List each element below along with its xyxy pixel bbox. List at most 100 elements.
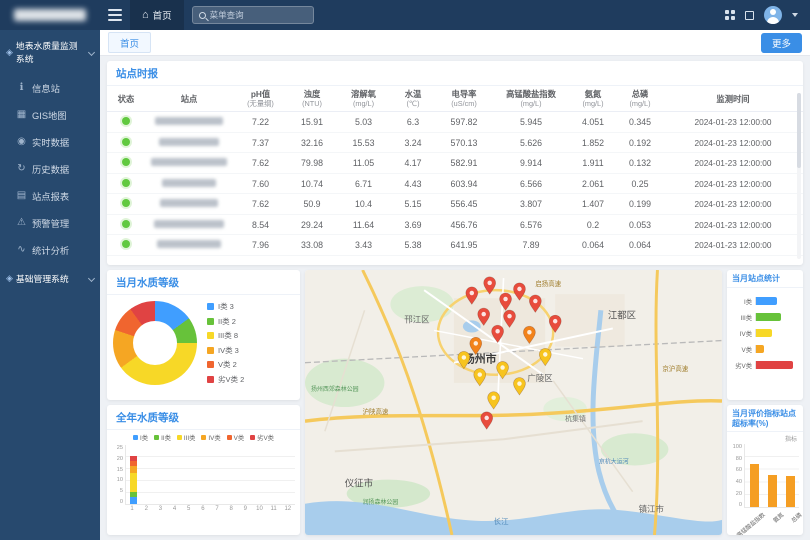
column-header: 浊度(NTU) <box>288 89 336 108</box>
table-cell: 582.91 <box>435 158 493 168</box>
month-station-stats-panel: 当月站点统计 I类III类IV类V类劣V类 <box>727 270 803 400</box>
sidebar-item-label: 统计分析 <box>32 243 69 257</box>
table-row[interactable]: 7.6250.910.45.15556.453.8071.4070.199202… <box>107 194 803 215</box>
donut-legend: I类 3 II类 2 III类 8 IV类 3 V类 2 劣V类 2 <box>207 301 244 385</box>
legend-item[interactable]: 劣V类 2 <box>207 374 244 385</box>
hbar-label: V类 <box>731 345 752 354</box>
sidebar-item-统计分析[interactable]: ∿统计分析 <box>0 236 100 263</box>
panel-title-year-quality: 全年水质等级 <box>107 405 300 430</box>
table-row[interactable]: 7.6279.9811.054.17582.919.9141.9110.1322… <box>107 153 803 174</box>
vbar-氨氮[interactable] <box>768 475 777 507</box>
table-cell: 5.945 <box>493 117 569 127</box>
system-icon: ◈ <box>6 47 13 58</box>
exceed-rate-panel: 当月评价指标站点超标率(%) 指标 020406080100 高锰酸盐指数氨氮总… <box>727 405 803 535</box>
monitor-time-cell: 2024-01-23 12:00:00 <box>663 179 803 189</box>
table-cell: 0.064 <box>617 240 663 250</box>
chevron-down-icon[interactable] <box>792 13 798 17</box>
table-cell: 570.13 <box>435 138 493 148</box>
sidebar-item-信息站[interactable]: ℹ信息站 <box>0 74 100 101</box>
table-row[interactable]: 7.6010.746.714.43603.946.5662.0610.25202… <box>107 174 803 195</box>
table-row[interactable]: 7.2215.915.036.3597.825.9454.0510.345202… <box>107 112 803 133</box>
topbar-home-link[interactable]: ⌂ 首页 <box>130 0 184 30</box>
stacked-bar-month-1[interactable] <box>130 456 137 504</box>
legend-item[interactable]: 劣V类 <box>250 433 274 442</box>
legend-item[interactable]: II类 <box>154 433 171 442</box>
fullscreen-icon[interactable] <box>745 11 754 20</box>
sidebar-group-monitoring-system[interactable]: ◈ 地表水质量监测系统 <box>0 30 100 74</box>
column-header: 氨氮(mg/L) <box>569 89 617 108</box>
sidebar-item-站点报表[interactable]: ▤站点报表 <box>0 182 100 209</box>
sidebar-group-label: 基础管理系统 <box>16 272 69 285</box>
menu-search-box[interactable] <box>192 6 314 24</box>
legend-item[interactable]: II类 2 <box>207 316 244 327</box>
table-cell: 7.22 <box>233 117 288 127</box>
search-icon <box>199 12 206 19</box>
alert-icon: ⚠ <box>16 217 27 228</box>
topbar-actions <box>725 6 810 24</box>
sidebar-item-GIS地图[interactable]: ▦GIS地图 <box>0 101 100 128</box>
vbar-高锰酸盐指数[interactable] <box>750 464 759 508</box>
sidebar-item-历史数据[interactable]: ↻历史数据 <box>0 155 100 182</box>
exceed-bar-chart[interactable] <box>744 444 799 508</box>
table-cell: 3.24 <box>391 138 435 148</box>
table-cell: 6.3 <box>391 117 435 127</box>
hbar-row-IV类[interactable]: IV类 <box>731 329 797 338</box>
sidebar: ◈ 地表水质量监测系统 ℹ信息站▦GIS地图◉实时数据↻历史数据▤站点报表⚠预警… <box>0 30 100 540</box>
menu-search-input[interactable] <box>210 10 300 20</box>
legend-item[interactable]: V类 2 <box>207 359 244 370</box>
logo-blurred <box>14 9 86 21</box>
hbar-row-I类[interactable]: I类 <box>731 297 797 306</box>
table-cell: 11.05 <box>336 158 391 168</box>
sidebar-toggle-icon[interactable] <box>100 0 130 30</box>
apps-grid-icon[interactable] <box>725 10 735 20</box>
legend-item[interactable]: III类 8 <box>207 330 244 341</box>
column-header: 水温(℃) <box>391 89 435 108</box>
hbar-row-III类[interactable]: III类 <box>731 313 797 322</box>
city-map[interactable]: 扬州市邗江区广陵区江都区仪征市镇江市杭集镇沪陕高速启扬高速京沪高速扬州西郊森林公… <box>305 270 722 535</box>
legend-item[interactable]: III类 <box>177 433 196 442</box>
vbar-总磷[interactable] <box>786 476 795 507</box>
table-cell: 3.43 <box>336 240 391 250</box>
hbar-row-劣V类[interactable]: 劣V类 <box>731 361 797 370</box>
map-label: 扬州西郊森林公园 <box>311 385 359 393</box>
station-name-redacted <box>160 199 218 207</box>
exceed-chart-x-axis: 高锰酸盐指数氨氮总磷 <box>744 508 799 528</box>
chevron-icon <box>88 48 95 55</box>
status-dot <box>122 179 130 187</box>
hbar-row-V类[interactable]: V类 <box>731 345 797 354</box>
sidebar-item-label: 站点报表 <box>32 189 69 203</box>
month-quality-donut-chart[interactable] <box>113 301 197 385</box>
table-cell: 5.38 <box>391 240 435 250</box>
year-stacked-bar-chart[interactable] <box>125 445 295 505</box>
legend-item[interactable]: V类 <box>227 433 245 442</box>
table-cell: 1.911 <box>569 158 617 168</box>
tab-home[interactable]: 首页 <box>108 32 151 53</box>
table-row[interactable]: 8.5429.2411.643.69456.766.5760.20.053202… <box>107 215 803 236</box>
table-cell: 641.95 <box>435 240 493 250</box>
table-cell: 79.98 <box>288 158 336 168</box>
more-button[interactable]: 更多 <box>761 33 802 53</box>
hbar-label: IV类 <box>731 329 752 338</box>
sidebar-item-预警管理[interactable]: ⚠预警管理 <box>0 209 100 236</box>
table-row[interactable]: 7.9633.083.435.38641.957.890.0640.064202… <box>107 235 803 256</box>
table-cell: 0.199 <box>617 199 663 209</box>
sidebar-item-label: 历史数据 <box>32 162 69 176</box>
topbar-home-label: 首页 <box>153 8 172 22</box>
legend-item[interactable]: IV类 <box>201 433 220 442</box>
legend-item[interactable]: I类 <box>133 433 148 442</box>
legend-item[interactable]: I类 3 <box>207 301 244 312</box>
vbar-category-label: 高锰酸盐指数 <box>735 510 767 535</box>
scrollbar[interactable] <box>797 93 801 259</box>
gis-map-panel[interactable]: 扬州市邗江区广陵区江都区仪征市镇江市杭集镇沪陕高速启扬高速京沪高速扬州西郊森林公… <box>305 270 722 535</box>
scrollbar-thumb[interactable] <box>797 93 801 168</box>
table-cell: 7.89 <box>493 240 569 250</box>
column-header: 站点 <box>145 94 233 104</box>
sidebar-item-实时数据[interactable]: ◉实时数据 <box>0 128 100 155</box>
avatar[interactable] <box>764 6 782 24</box>
monitor-time-cell: 2024-01-23 12:00:00 <box>663 158 803 168</box>
table-row[interactable]: 7.3732.1615.533.24570.135.6261.8520.1922… <box>107 133 803 154</box>
legend-item[interactable]: IV类 3 <box>207 345 244 356</box>
month-station-hbar-chart[interactable]: I类 III类 IV类 V类劣V类 <box>727 288 803 376</box>
sidebar-group-base-system[interactable]: ◈ 基础管理系统 <box>0 263 100 294</box>
hbar-label: I类 <box>731 297 752 306</box>
